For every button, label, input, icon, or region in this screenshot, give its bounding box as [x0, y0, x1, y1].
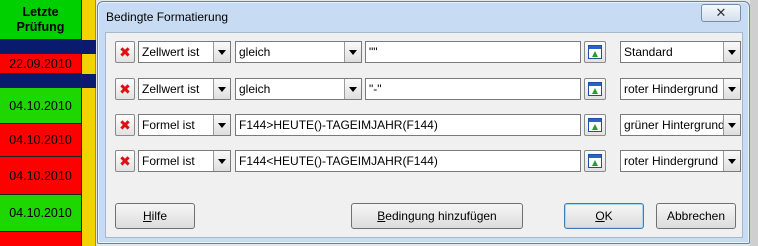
condition-value-input[interactable]: "-" — [365, 78, 581, 100]
chevron-down-icon[interactable] — [344, 79, 361, 99]
condition-type-select[interactable]: Formel ist — [138, 150, 231, 172]
style-value: Standard — [624, 45, 673, 59]
delete-condition-button[interactable]: ✖ — [115, 78, 135, 100]
chevron-down-icon[interactable] — [344, 42, 361, 62]
cell-text: 04.10.2010 — [9, 206, 72, 220]
table-cell[interactable]: 04.10.2010 — [0, 88, 82, 124]
table-cell[interactable]: 04.10.2010 — [0, 195, 82, 232]
operator-value: gleich — [239, 82, 271, 96]
condition-type-value: Formel ist — [142, 118, 195, 132]
operator-select[interactable]: gleich — [235, 78, 362, 100]
style-select[interactable]: Standard — [620, 41, 741, 63]
delete-icon: ✖ — [119, 81, 131, 97]
range-picker-icon — [588, 154, 602, 168]
table-cell[interactable]: 04.10.2010 — [0, 157, 82, 195]
navy-band — [82, 74, 96, 88]
chevron-down-icon[interactable] — [723, 115, 740, 135]
add-condition-button[interactable]: Bedingung hinzufügen — [351, 203, 523, 229]
navy-band — [0, 40, 82, 54]
close-icon: ✕ — [715, 5, 727, 20]
table-cell-partial[interactable] — [0, 232, 82, 246]
cell-text: 04.10.2010 — [9, 168, 72, 183]
close-button[interactable]: ✕ — [701, 4, 741, 22]
style-value: grüner Hintergrund — [624, 118, 723, 132]
style-value: roter Hindergrund — [624, 154, 719, 168]
ok-accelerator: O — [595, 209, 605, 223]
range-picker-icon — [588, 45, 602, 59]
add-condition-label: edingung hinzufügen — [385, 209, 497, 223]
ok-button[interactable]: OK — [564, 203, 644, 229]
cell-text: 22.09.2010 — [9, 56, 72, 71]
table-cell[interactable]: 04.10.2010 — [0, 124, 82, 157]
add-condition-accelerator: B — [377, 209, 386, 223]
delete-icon: ✖ — [119, 44, 131, 60]
range-picker-button[interactable] — [584, 150, 606, 172]
cell-text: 04.10.2010 — [9, 133, 72, 147]
dialog-title: Bedingte Formatierung — [106, 10, 229, 24]
range-picker-icon — [588, 82, 602, 96]
chevron-down-icon[interactable] — [723, 42, 740, 62]
style-select[interactable]: roter Hindergrund — [620, 78, 741, 100]
condition-row-4: ✖ Formel ist F144<HEUTE()-TAGEIMJAHR(F14… — [106, 150, 742, 172]
column-b — [82, 0, 96, 246]
formula-input[interactable]: F144>HEUTE()-TAGEIMJAHR(F144) — [235, 114, 581, 136]
ok-label: K — [604, 209, 613, 223]
style-select[interactable]: roter Hindergrund — [620, 150, 741, 172]
condition-type-select[interactable]: Zellwert ist — [138, 41, 231, 63]
condition-value-input[interactable]: "" — [365, 41, 581, 63]
range-picker-button[interactable] — [584, 41, 606, 63]
formula-input[interactable]: F144<HEUTE()-TAGEIMJAHR(F144) — [235, 150, 581, 172]
chevron-down-icon[interactable] — [723, 151, 740, 171]
condition-type-value: Formel ist — [142, 154, 195, 168]
help-button[interactable]: Hilfe — [115, 203, 195, 229]
sheet-right-edge — [750, 0, 758, 246]
dialog-body: ✖ Zellwert ist gleich "" Standard ✖ Zell… — [105, 32, 743, 238]
delete-icon: ✖ — [119, 117, 131, 133]
condition-row-3: ✖ Formel ist F144>HEUTE()-TAGEIMJAHR(F14… — [106, 114, 742, 136]
column-a: Letzte Prüfung 22.09.2010 04.10.2010 04.… — [0, 0, 82, 246]
condition-row-1: ✖ Zellwert ist gleich "" Standard — [106, 41, 742, 63]
range-picker-button[interactable] — [584, 78, 606, 100]
cell-text: 04.10.2010 — [9, 98, 72, 113]
chevron-down-icon[interactable] — [723, 79, 740, 99]
delete-condition-button[interactable]: ✖ — [115, 41, 135, 63]
condition-type-select[interactable]: Formel ist — [138, 114, 231, 136]
chevron-down-icon[interactable] — [213, 115, 230, 135]
navy-band — [82, 40, 96, 54]
help-accelerator: H — [142, 209, 152, 223]
cancel-button[interactable]: Abbrechen — [656, 203, 736, 229]
condition-type-select[interactable]: Zellwert ist — [138, 78, 231, 100]
column-header-cell[interactable]: Letzte Prüfung — [0, 0, 82, 40]
chevron-down-icon[interactable] — [213, 151, 230, 171]
cancel-label: Abbrechen — [666, 209, 726, 223]
table-cell[interactable]: 22.09.2010 — [0, 54, 82, 74]
condition-type-value: Zellwert ist — [142, 45, 200, 59]
header-line-2: Prüfung — [16, 19, 65, 34]
chevron-down-icon[interactable] — [213, 42, 230, 62]
operator-value: gleich — [239, 45, 271, 59]
style-value: roter Hindergrund — [624, 82, 719, 96]
navy-band — [0, 74, 82, 88]
style-select[interactable]: grüner Hintergrund — [620, 114, 741, 136]
conditional-formatting-dialog: Bedingte Formatierung ✕ ✖ Zellwert ist g… — [97, 1, 750, 244]
dialog-titlebar[interactable]: Bedingte Formatierung ✕ — [98, 2, 749, 32]
condition-row-2: ✖ Zellwert ist gleich "-" roter Hindergr… — [106, 78, 742, 100]
delete-condition-button[interactable]: ✖ — [115, 114, 135, 136]
chevron-down-icon[interactable] — [213, 79, 230, 99]
help-label: ilfe — [151, 209, 167, 223]
delete-condition-button[interactable]: ✖ — [115, 150, 135, 172]
delete-icon: ✖ — [119, 153, 131, 169]
header-line-1: Letzte — [22, 4, 59, 19]
condition-type-value: Zellwert ist — [142, 82, 200, 96]
operator-select[interactable]: gleich — [235, 41, 362, 63]
range-picker-icon — [588, 118, 602, 132]
range-picker-button[interactable] — [584, 114, 606, 136]
